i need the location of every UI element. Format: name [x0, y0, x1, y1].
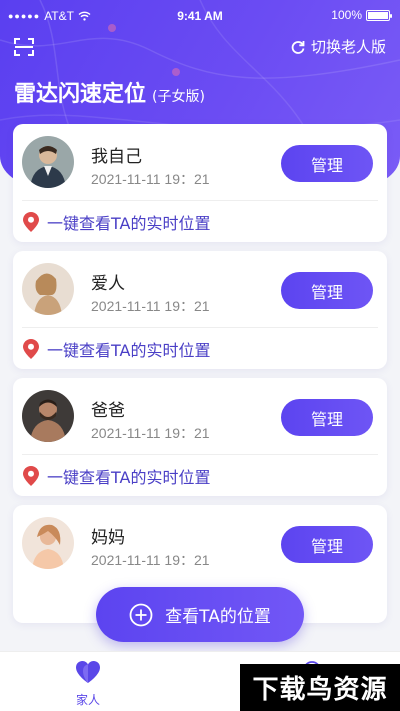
member-name: 爱人: [91, 274, 125, 294]
member-update-time: 2021-11-11 19：21: [91, 298, 210, 314]
refresh-icon: [291, 40, 305, 54]
divider: [22, 327, 378, 328]
member-name: 我自己: [91, 147, 142, 167]
avatar: [22, 390, 74, 442]
manage-button[interactable]: 管理: [281, 272, 373, 309]
member-card[interactable]: 爱人 2021-11-11 19：21 管理 一键查看TA的实时位置: [13, 251, 387, 369]
member-name: 妈妈: [91, 528, 125, 548]
locate-realtime-label: 一键查看TA的实时位置: [47, 468, 211, 487]
member-card[interactable]: 我自己 2021-11-11 19：21 管理 一键查看TA的实时位置: [13, 124, 387, 242]
plus-circle-icon: [129, 603, 153, 626]
location-pin-icon: [23, 339, 39, 359]
tab-family-label: 家人: [75, 693, 100, 707]
member-name: 爸爸: [91, 401, 125, 421]
switch-elder-mode-button[interactable]: 切换老人版: [290, 36, 386, 57]
locate-realtime-link[interactable]: 一键查看TA的实时位置: [23, 337, 210, 361]
watermark-logo: 下载鸟资源: [240, 664, 400, 711]
member-update-time: 2021-11-11 19：21: [91, 552, 210, 568]
status-bar: ●●●●● AT&T 9:41 AM 100%: [0, 0, 400, 32]
switch-elder-mode-label: 切换老人版: [310, 38, 386, 56]
divider: [22, 200, 378, 201]
scan-icon[interactable]: [13, 36, 35, 58]
member-update-time: 2021-11-11 19：21: [91, 425, 210, 441]
page-title-row: 雷达闪速定位 (子女版): [14, 76, 205, 108]
view-location-button[interactable]: 查看TA的位置: [96, 587, 304, 642]
battery-icon: [366, 9, 392, 21]
locate-realtime-link[interactable]: 一键查看TA的实时位置: [23, 210, 210, 234]
page-title: 雷达闪速定位: [14, 82, 147, 107]
member-card[interactable]: 爸爸 2021-11-11 19：21 管理 一键查看TA的实时位置: [13, 378, 387, 496]
manage-button[interactable]: 管理: [281, 526, 373, 563]
avatar: [22, 517, 74, 569]
top-nav: 切换老人版: [0, 32, 400, 62]
tab-family[interactable]: 家人: [70, 660, 106, 708]
battery-percent: 100%: [331, 8, 362, 22]
avatar: [22, 136, 74, 188]
location-pin-icon: [23, 212, 39, 232]
avatar: [22, 263, 74, 315]
view-location-label: 查看TA的位置: [165, 607, 271, 627]
manage-button[interactable]: 管理: [281, 145, 373, 182]
heart-icon: [76, 661, 100, 683]
member-update-time: 2021-11-11 19：21: [91, 171, 210, 187]
locate-realtime-link[interactable]: 一键查看TA的实时位置: [23, 464, 210, 488]
locate-realtime-label: 一键查看TA的实时位置: [47, 341, 211, 360]
page-subtitle: (子女版): [152, 89, 205, 105]
location-pin-icon: [23, 466, 39, 486]
divider: [22, 454, 378, 455]
locate-realtime-label: 一键查看TA的实时位置: [47, 214, 211, 233]
manage-button[interactable]: 管理: [281, 399, 373, 436]
